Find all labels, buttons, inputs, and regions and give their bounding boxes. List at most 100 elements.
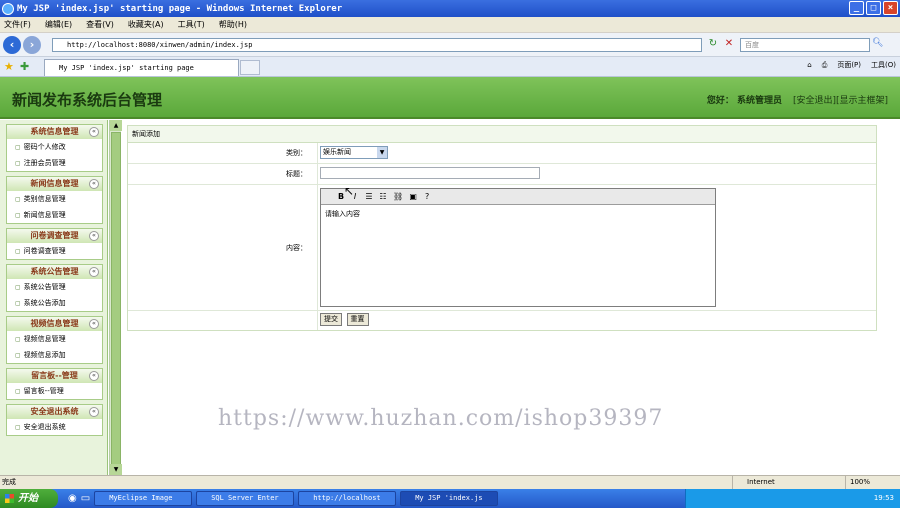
- sidebar-group-video: 视频信息管理 « 视频信息管理 视频信息添加: [6, 316, 103, 364]
- reset-button[interactable]: 重置: [346, 313, 369, 326]
- category-select[interactable]: 娱乐新闻 ▼: [320, 146, 388, 159]
- favorites-star-icon[interactable]: ★: [4, 60, 14, 73]
- category-label: 类别：: [128, 143, 318, 163]
- sidebar-group-header[interactable]: 问卷调查管理 «: [7, 229, 102, 243]
- taskbar-item-myjsp[interactable]: My JSP 'index.js: [400, 491, 499, 506]
- rich-text-editor[interactable]: B I ☰ ☷ ⛓ ▣ ? 请输入内容: [320, 188, 716, 307]
- system-tray: 19:53: [685, 489, 900, 508]
- window-titlebar: My JSP 'index.jsp' starting page - Windo…: [0, 0, 900, 17]
- start-button[interactable]: 开始: [0, 489, 58, 508]
- tab-bar: ★ ✚ My JSP 'index.jsp' starting page ⌂ ⎙…: [0, 57, 900, 77]
- sidebar-item[interactable]: 系统公告管理: [7, 279, 102, 295]
- search-input[interactable]: 百度: [740, 38, 870, 52]
- sidebar-item[interactable]: 安全退出系统: [7, 419, 102, 435]
- sidebar-item[interactable]: 视频信息添加: [7, 347, 102, 363]
- sidebar-scrollbar[interactable]: ▲ ▼: [109, 120, 122, 475]
- sidebar-group-header[interactable]: 系统信息管理 «: [7, 125, 102, 139]
- collapse-icon[interactable]: «: [89, 127, 99, 137]
- help-icon[interactable]: ?: [423, 192, 431, 201]
- editor-content[interactable]: 请输入内容: [321, 205, 715, 223]
- refresh-icon[interactable]: ↻: [706, 38, 720, 52]
- sidebar: 系统信息管理 « 密码个人修改 注册会员管理 新闻信息管理 « 类别信息管理 新闻信…: [0, 120, 108, 475]
- submit-button[interactable]: 提交: [320, 313, 342, 326]
- collapse-icon[interactable]: «: [89, 371, 99, 381]
- sidebar-item[interactable]: 密码个人修改: [7, 139, 102, 155]
- logout-link[interactable]: [安全退出]: [793, 96, 836, 106]
- forward-icon[interactable]: ›: [23, 36, 41, 54]
- chevron-down-icon[interactable]: ▼: [377, 147, 387, 158]
- print-icon[interactable]: ⎙: [822, 61, 828, 70]
- menu-view[interactable]: 查看(V): [86, 19, 114, 30]
- link-icon[interactable]: ⛓: [393, 192, 403, 201]
- editor-toolbar: B I ☰ ☷ ⛓ ▣ ?: [321, 189, 715, 205]
- ordered-list-icon[interactable]: ☰: [365, 192, 373, 201]
- collapse-icon[interactable]: «: [89, 407, 99, 417]
- group-title: 视频信息管理: [30, 319, 79, 328]
- taskbar-item-sqlserver[interactable]: SQL Server Enter: [196, 491, 295, 506]
- page-menu[interactable]: 页面(P): [837, 60, 861, 70]
- sidebar-item[interactable]: 注册会员管理: [7, 155, 102, 171]
- sidebar-item[interactable]: 新闻信息管理: [7, 207, 102, 223]
- status-text: 完成: [2, 478, 16, 486]
- address-bar: ‹ › http://localhost:8080/xinwen/admin/i…: [0, 33, 900, 57]
- buttons-row: 提交 重置: [128, 311, 876, 330]
- add-favorite-icon[interactable]: ✚: [20, 60, 29, 73]
- taskbar-item-localhost[interactable]: http://localhost: [298, 491, 397, 506]
- sidebar-item[interactable]: 类别信息管理: [7, 191, 102, 207]
- system-title: 新闻发布系统后台管理: [12, 91, 163, 109]
- sidebar-item[interactable]: 问卷调查管理: [7, 243, 102, 259]
- unordered-list-icon[interactable]: ☷: [379, 192, 387, 201]
- scroll-up-icon[interactable]: ▲: [110, 120, 122, 131]
- taskbar: 开始 ◉ ▭ MyEclipse Image SQL Server Enter …: [0, 489, 900, 508]
- scroll-thumb[interactable]: [111, 132, 121, 467]
- mouse-cursor-icon: ↖: [344, 184, 355, 198]
- sidebar-group-survey: 问卷调查管理 « 问卷调查管理: [6, 228, 103, 260]
- subject-label: 标题：: [128, 164, 318, 184]
- ie-icon: [2, 2, 14, 15]
- collapse-icon[interactable]: «: [89, 319, 99, 329]
- sidebar-item[interactable]: 视频信息管理: [7, 331, 102, 347]
- minimize-button[interactable]: _: [849, 1, 864, 15]
- search-icon[interactable]: 🔍︎: [872, 38, 894, 52]
- maximize-button[interactable]: □: [866, 1, 881, 15]
- zoom-level[interactable]: 100%: [845, 476, 870, 489]
- sidebar-group-header[interactable]: 视频信息管理 «: [7, 317, 102, 331]
- menu-tools[interactable]: 工具(T): [178, 19, 205, 30]
- collapse-icon[interactable]: «: [89, 267, 99, 277]
- clock[interactable]: 19:53: [874, 494, 894, 502]
- menu-favorites[interactable]: 收藏夹(A): [128, 19, 164, 30]
- home-icon[interactable]: ⌂: [807, 61, 811, 69]
- collapse-icon[interactable]: «: [89, 231, 99, 241]
- sidebar-item[interactable]: 系统公告添加: [7, 295, 102, 311]
- collapse-icon[interactable]: «: [89, 179, 99, 189]
- taskbar-item-myeclipse[interactable]: MyEclipse Image: [94, 491, 193, 506]
- sidebar-group-header[interactable]: 安全退出系统 «: [7, 405, 102, 419]
- ie-quicklaunch-icon[interactable]: ◉: [68, 493, 77, 504]
- menu-edit[interactable]: 编辑(E): [45, 19, 72, 30]
- sidebar-item[interactable]: 留言板--管理: [7, 383, 102, 399]
- security-zone: Internet: [732, 476, 832, 489]
- scroll-down-icon[interactable]: ▼: [110, 464, 122, 475]
- url-input[interactable]: http://localhost:8080/xinwen/admin/index…: [52, 38, 702, 52]
- group-title: 系统信息管理: [30, 127, 79, 136]
- tab-index[interactable]: My JSP 'index.jsp' starting page: [44, 59, 239, 76]
- back-icon[interactable]: ‹: [3, 36, 21, 54]
- sidebar-group-header[interactable]: 新闻信息管理 «: [7, 177, 102, 191]
- show-desktop-icon[interactable]: ▭: [81, 493, 90, 504]
- sidebar-group-header[interactable]: 系统公告管理 «: [7, 265, 102, 279]
- new-tab-button[interactable]: [240, 60, 260, 75]
- watermark: https://www.huzhan.com/ishop39397: [218, 406, 664, 431]
- menu-bar: 文件(F) 编辑(E) 查看(V) 收藏夹(A) 工具(T) 帮助(H): [0, 17, 900, 33]
- group-title: 新闻信息管理: [30, 179, 79, 188]
- sidebar-group-system: 系统信息管理 « 密码个人修改 注册会员管理: [6, 124, 103, 172]
- category-value: 娱乐新闻: [323, 148, 351, 156]
- subject-input[interactable]: [320, 167, 540, 179]
- tools-menu[interactable]: 工具(O): [871, 60, 896, 70]
- sidebar-group-header[interactable]: 留言板--管理 «: [7, 369, 102, 383]
- image-icon[interactable]: ▣: [409, 192, 417, 201]
- close-button[interactable]: ×: [883, 1, 898, 15]
- menu-file[interactable]: 文件(F): [4, 19, 31, 30]
- menu-help[interactable]: 帮助(H): [219, 19, 247, 30]
- stop-icon[interactable]: ✕: [722, 38, 736, 52]
- show-main-frame-link[interactable]: [显示主框架]: [836, 96, 888, 106]
